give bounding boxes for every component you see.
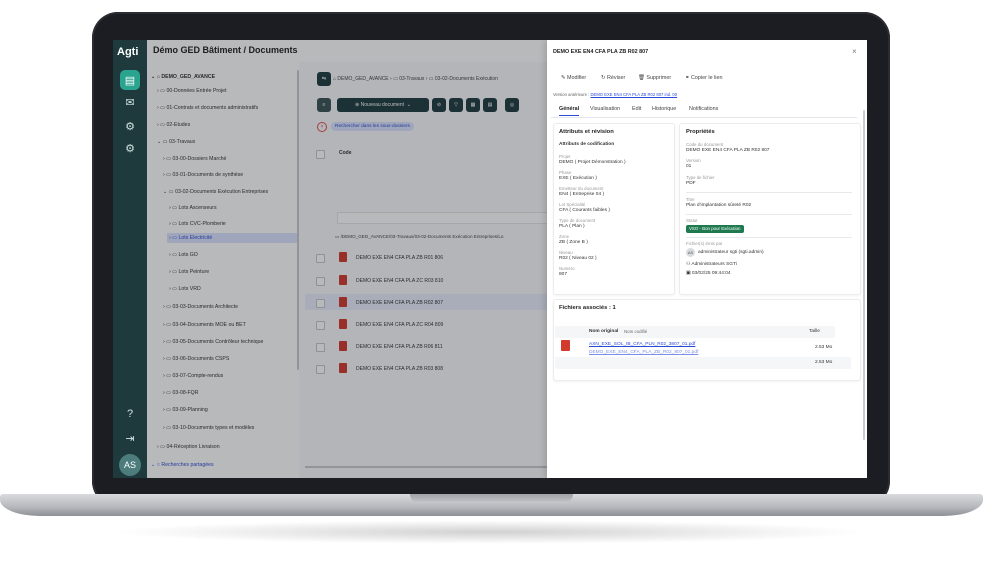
status-badge: VSO - Bon pour Exécution: [686, 225, 744, 233]
panel-title: DEMO EXE EN4 CFA PLA ZB R02 807: [553, 49, 649, 55]
sent-date: ▣ 03/02/25 09:44:04: [686, 271, 731, 276]
pdf-file-icon: [561, 340, 570, 351]
tabs-divider: [551, 117, 857, 118]
field-value: 01: [686, 164, 692, 169]
laptop-screen: Agti ▤ ✉ ⚙ ⚙ ? ⇥ AS Démo GED Bâtiment / …: [113, 40, 867, 478]
app-logo: Agti: [117, 46, 139, 58]
previous-version: Version antérieure : DEMO EXE EN4 CFA PL…: [553, 92, 678, 97]
field-label: Niveau: [559, 250, 573, 255]
field-label: Statut: [686, 218, 698, 223]
files-total: 2.53 Mo: [815, 360, 833, 365]
divider: [686, 214, 852, 215]
field-label: Emetteur du document: [559, 186, 604, 191]
sender-name: administrateur sgti (sgti.admin): [698, 250, 764, 255]
tab-notifications[interactable]: Notifications: [689, 106, 718, 112]
col-coded-name: Nom codifié: [624, 329, 648, 334]
nav-rail: Agti ▤ ✉ ⚙ ⚙ ? ⇥ AS: [113, 40, 147, 478]
user-avatar[interactable]: AS: [119, 454, 141, 476]
field-value: ZB ( Zone B ): [559, 240, 588, 245]
field-value: EN4 ( Entreprise 04 ): [559, 192, 605, 197]
attributes-title: Attributs et révision: [559, 129, 614, 135]
file-size: 2.53 Mo: [815, 345, 833, 350]
files-total-row: [555, 357, 851, 369]
field-label: Code du document: [686, 142, 724, 147]
logout-icon[interactable]: ⇥: [120, 428, 140, 448]
file-original-link[interactable]: AXN_EXE_SOL_IB_CFA_PLN_R02_3807_01.pdf: [589, 342, 695, 347]
workflow-icon[interactable]: ⚙: [120, 116, 140, 136]
field-label: Fichier(s) émis par: [686, 241, 723, 246]
copy-link-button[interactable]: ⚭ Copier le lien: [685, 75, 722, 81]
attributes-subtitle: Attributs de codification: [559, 142, 615, 147]
tab-visualisation[interactable]: Visualisation: [590, 106, 620, 112]
edit-button[interactable]: ✎ Modifier: [561, 75, 586, 81]
field-value: EXE ( Exécution ): [559, 176, 597, 181]
tab-edit[interactable]: Edit: [632, 106, 641, 112]
settings-icon[interactable]: ⚙: [120, 138, 140, 158]
properties-card: Propriétés Code du document DEMO EXE EN4…: [679, 123, 861, 295]
close-icon[interactable]: ×: [852, 47, 857, 56]
previous-version-link[interactable]: DEMO EXE EN4 CFA PLA ZB R02 807 ind. 00: [591, 92, 678, 97]
field-label: Projet: [559, 154, 571, 159]
panel-scrollbar[interactable]: [863, 110, 865, 440]
field-label: Zone: [559, 234, 570, 239]
field-value: DEMO EXE EN4 CFA PLA ZB R02 807: [686, 148, 770, 153]
field-label: Version: [686, 158, 701, 163]
laptop-shadow: [110, 520, 870, 544]
divider: [686, 192, 852, 193]
field-label: Type de document: [559, 218, 596, 223]
divider: [686, 237, 852, 238]
field-value: 807: [559, 272, 568, 277]
file-coded-link[interactable]: DEMO_EXE_EN4_CFA_PLA_ZB_R02_807_01.pdf: [589, 350, 698, 355]
field-label: Phase: [559, 170, 572, 175]
tab-historique[interactable]: Historique: [652, 106, 676, 112]
field-value: Plan d'implantation sûreté R02: [686, 203, 752, 208]
field-label: Numéro: [559, 266, 575, 271]
col-original-name: Nom original: [589, 329, 619, 334]
document-detail-panel: DEMO EXE EN4 CFA PLA ZB R02 807 × ✎ Modi…: [547, 40, 867, 478]
help-icon[interactable]: ?: [120, 404, 140, 424]
field-value: R02 ( Niveau 02 ): [559, 256, 597, 261]
sender-group: ⚇ Administrateurs SGTi: [686, 262, 737, 267]
tab-general[interactable]: Général: [559, 106, 580, 116]
delete-button[interactable]: 🗑 Supprimer: [638, 75, 671, 81]
laptop-notch: [410, 494, 573, 503]
field-label: Titre: [686, 197, 695, 202]
revise-button[interactable]: ↻ Réviser: [601, 75, 625, 81]
documents-icon[interactable]: ▤: [120, 70, 140, 90]
col-size: Taille: [809, 329, 820, 334]
modal-backdrop[interactable]: [147, 40, 547, 478]
field-label: Lot Spécialité: [559, 202, 586, 207]
field-value: CFA ( Courants faibles ): [559, 208, 610, 213]
sender-avatar: AS: [686, 248, 695, 257]
properties-title: Propriétés: [686, 129, 715, 135]
field-value: PDF: [686, 181, 696, 186]
field-label: Type de fichier: [686, 175, 715, 180]
attributes-card: Attributs et révision Attributs de codif…: [553, 123, 675, 295]
inbox-icon[interactable]: ✉: [120, 92, 140, 112]
field-value: DEMO ( Projet Démonstration ): [559, 160, 626, 165]
field-value: PLA ( Plan ): [559, 224, 585, 229]
files-title: Fichiers associés : 1: [559, 305, 616, 311]
